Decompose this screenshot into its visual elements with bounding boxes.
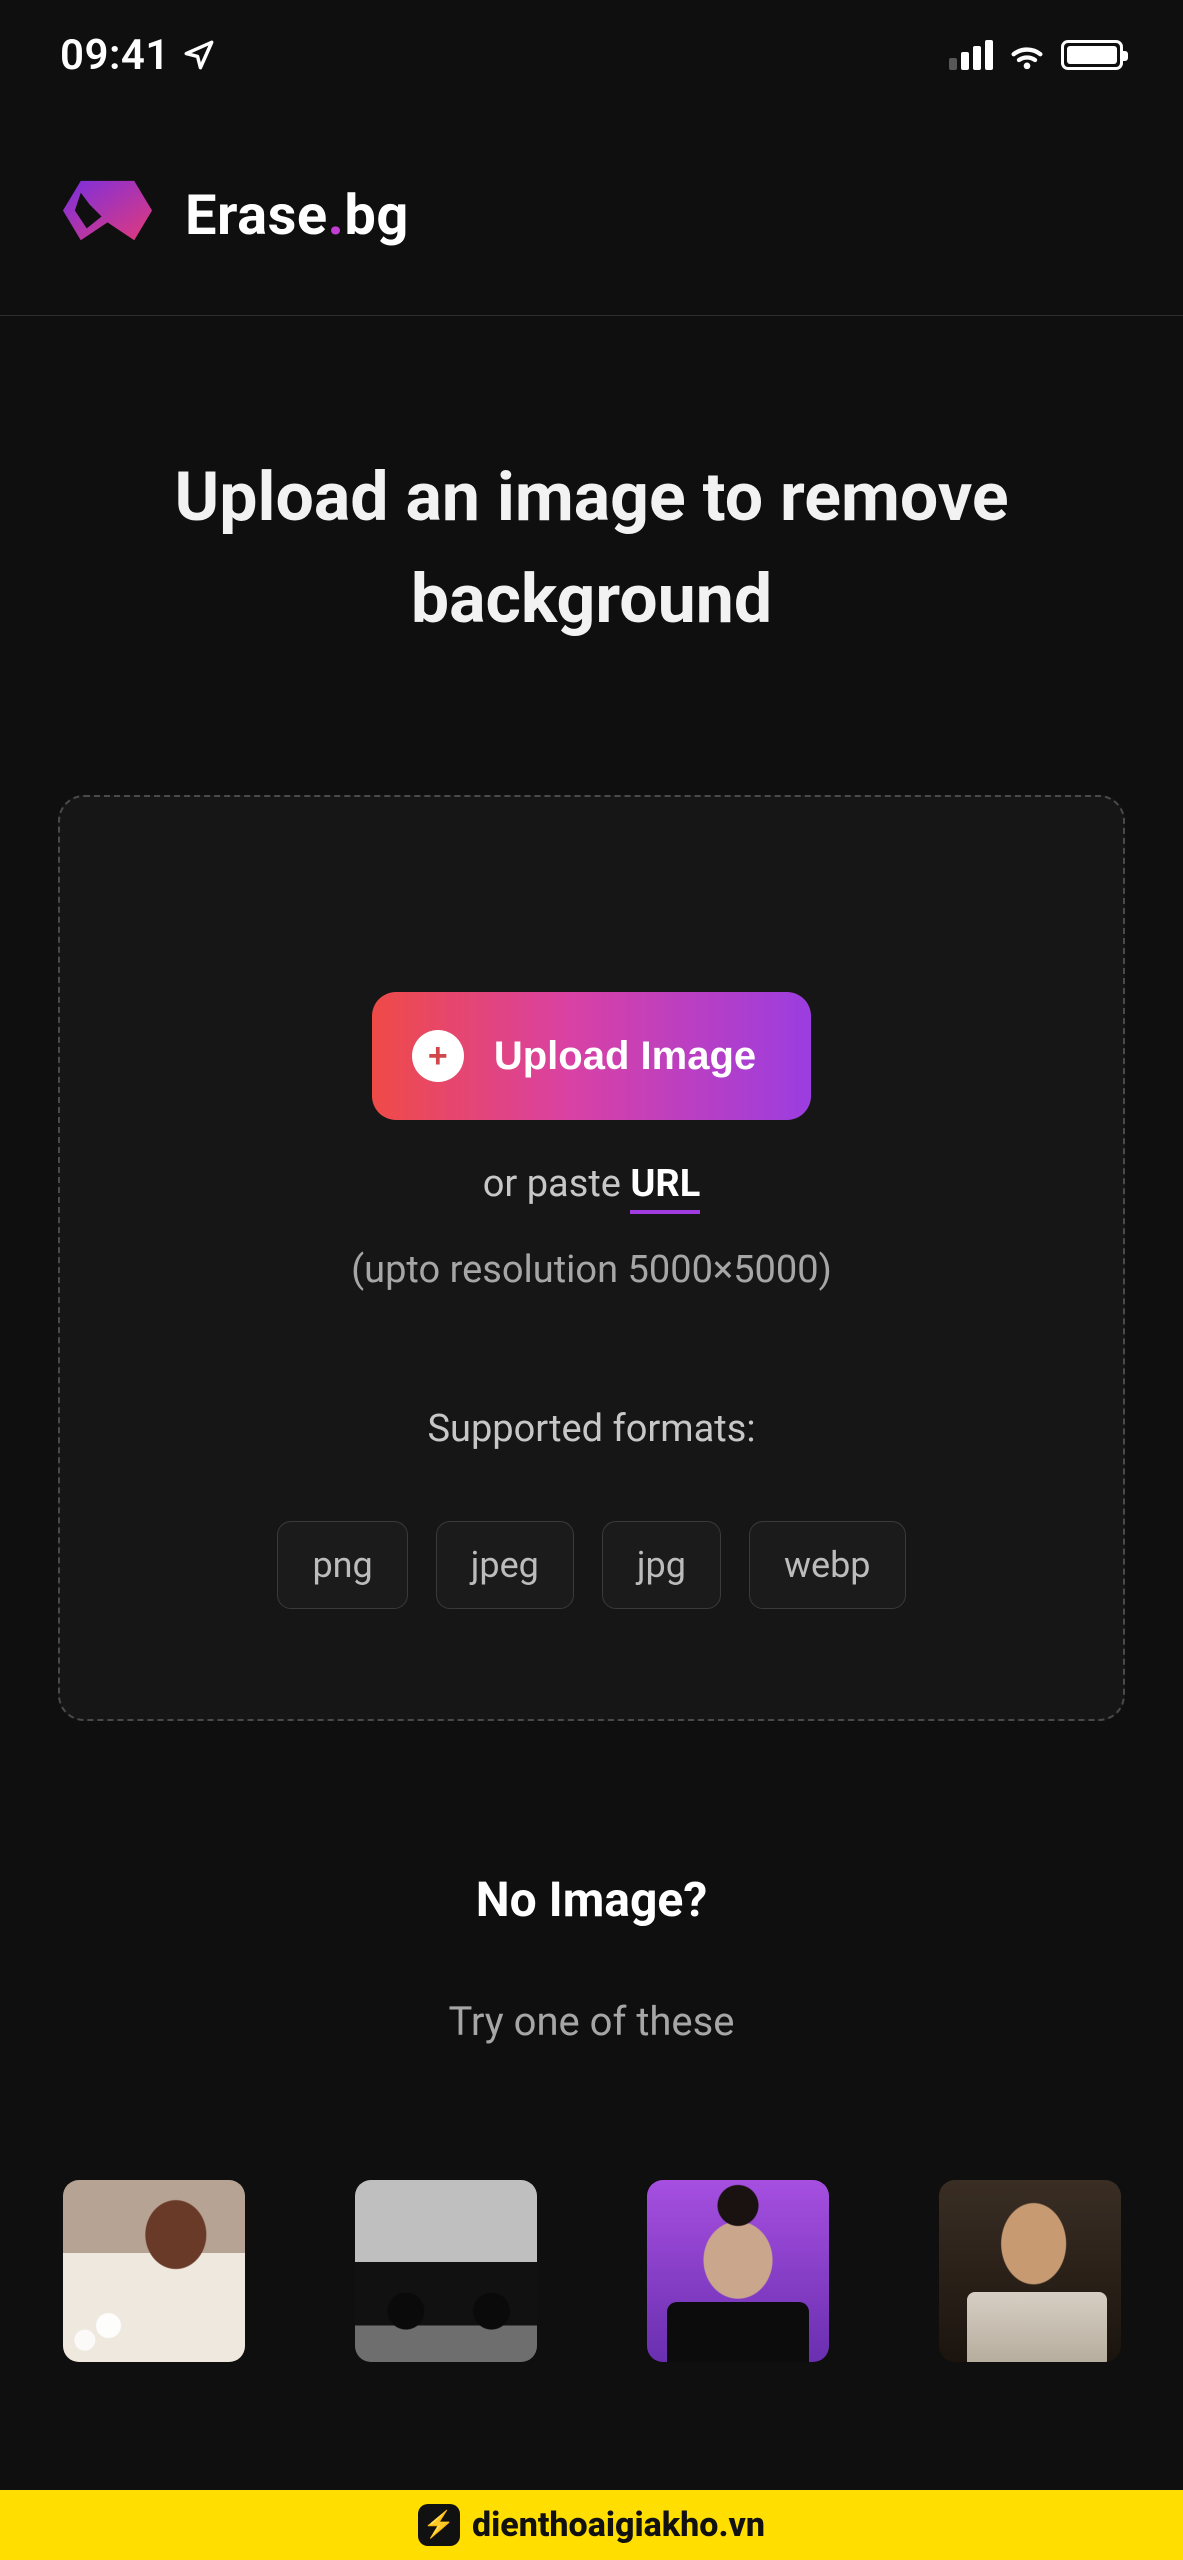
no-image-title: No Image? (0, 1871, 1183, 1928)
paste-url-row: or paste URL (100, 1162, 1083, 1206)
status-right (949, 40, 1123, 70)
sample-thumbnail[interactable] (939, 2180, 1121, 2362)
no-image-subtitle: Try one of these (0, 1998, 1183, 2045)
cellular-signal-icon (949, 40, 993, 70)
page-title: Upload an image to remove background (60, 446, 1123, 650)
resolution-note: (upto resolution 5000×5000) (100, 1248, 1083, 1292)
brand-suffix: bg (344, 182, 409, 248)
brand-main: Erase (185, 182, 328, 248)
location-icon (182, 38, 216, 72)
sample-row (0, 2180, 1183, 2362)
sample-thumbnail[interactable] (63, 2180, 245, 2362)
paste-url-link[interactable]: URL (630, 1162, 700, 1214)
format-chip: webp (749, 1521, 906, 1609)
paste-prefix: or paste (483, 1162, 631, 1206)
watermark-text: dienthoaigiakho.vn (472, 2505, 765, 2545)
sample-thumbnail[interactable] (647, 2180, 829, 2362)
format-chip: png (277, 1521, 407, 1609)
battery-icon (1061, 40, 1123, 70)
upload-dropzone[interactable]: + Upload Image or paste URL (upto resolu… (58, 795, 1125, 1721)
status-bar: 09:41 (0, 0, 1183, 110)
status-left: 09:41 (60, 31, 216, 80)
watermark-badge-icon: ⚡ (418, 2504, 460, 2546)
status-time: 09:41 (60, 31, 170, 80)
format-chip-row: png jpeg jpg webp (100, 1521, 1083, 1609)
no-image-section: No Image? Try one of these (0, 1871, 1183, 2045)
brand-dot: . (328, 182, 345, 248)
brand-name: Erase.bg (185, 182, 409, 248)
hero-section: Upload an image to remove background (0, 316, 1183, 650)
upload-image-button[interactable]: + Upload Image (372, 992, 811, 1120)
app-header: Erase.bg (0, 110, 1183, 316)
format-chip: jpg (602, 1521, 721, 1609)
format-chip: jpeg (436, 1521, 574, 1609)
plus-icon: + (412, 1030, 464, 1082)
wifi-icon (1007, 40, 1047, 70)
upload-button-label: Upload Image (494, 1034, 756, 1079)
supported-formats-label: Supported formats: (100, 1407, 1083, 1451)
sample-thumbnail[interactable] (355, 2180, 537, 2362)
watermark-bar: ⚡ dienthoaigiakho.vn (0, 2490, 1183, 2560)
logo-icon (60, 170, 155, 260)
